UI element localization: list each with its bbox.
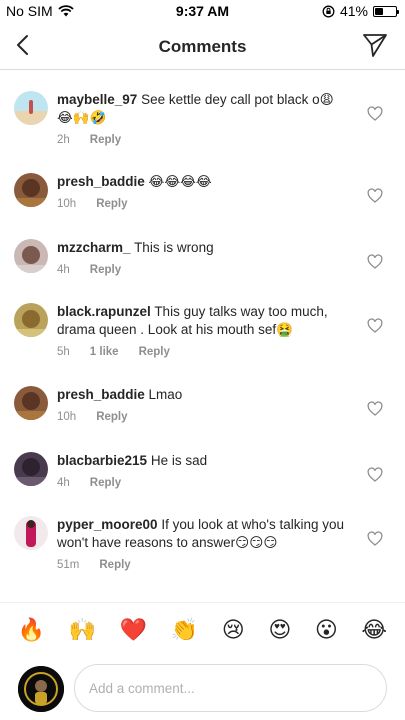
comment-time: 10h	[57, 198, 77, 210]
battery-fill	[375, 7, 384, 15]
avatar[interactable]	[14, 516, 48, 550]
comment-username[interactable]: presh_baddie	[57, 174, 145, 189]
direct-send-icon[interactable]	[361, 31, 389, 59]
comment-meta: 10h Reply	[57, 408, 347, 426]
comment-meta: 4h Reply	[57, 474, 347, 492]
reply-button[interactable]: Reply	[96, 408, 127, 426]
comment-meta: 5h 1 like Reply	[57, 343, 347, 361]
emoji-heart-button[interactable]: ❤️	[120, 618, 147, 643]
reply-button[interactable]: Reply	[139, 343, 170, 361]
comment-text-line: maybelle_97 See kettle dey call pot blac…	[57, 91, 347, 127]
comment-body: maybelle_97 See kettle dey call pot blac…	[57, 91, 347, 149]
like-heart-icon[interactable]	[367, 531, 383, 547]
comment-username[interactable]: maybelle_97	[57, 92, 137, 107]
emoji-laughing-button[interactable]: 😂	[361, 618, 387, 643]
emoji-fire-button[interactable]: 🔥	[18, 618, 45, 643]
emoji-raised-hands-button[interactable]: 🙌	[69, 618, 96, 643]
comment-text-line: blacbarbie215 He is sad	[57, 452, 347, 470]
comment-text: This is wrong	[134, 240, 214, 255]
rotation-lock-icon	[322, 5, 335, 17]
comment-input[interactable]	[74, 664, 387, 712]
like-count[interactable]: 1 like	[90, 343, 119, 361]
comment-body: presh_baddie Lmao 10h Reply	[57, 386, 347, 426]
status-right: 41%	[322, 3, 399, 19]
avatar[interactable]	[14, 452, 48, 486]
comment-text-line: pyper_moore00 If you look at who's talki…	[57, 516, 347, 552]
comment-time: 2h	[57, 134, 70, 146]
like-heart-icon[interactable]	[367, 467, 383, 483]
comment-body: blacbarbie215 He is sad 4h Reply	[57, 452, 347, 492]
avatar[interactable]	[14, 173, 48, 207]
comment-text: He is sad	[150, 453, 208, 468]
emoji-crying-button[interactable]: 😢	[222, 618, 245, 643]
comment-meta: 51m Reply	[57, 556, 347, 574]
emoji-surprised-button[interactable]: 😮	[315, 618, 338, 643]
comment-body: black.rapunzel This guy talks way too mu…	[57, 303, 347, 361]
comment-time: 51m	[57, 559, 80, 571]
reply-button[interactable]: Reply	[96, 195, 127, 213]
comment-username[interactable]: presh_baddie	[57, 387, 145, 402]
emoji-clap-button[interactable]: 👏	[171, 618, 198, 643]
reply-button[interactable]: Reply	[90, 261, 121, 279]
emoji-heart-eyes-button[interactable]: 😍	[268, 618, 291, 643]
status-bar: No SIM 9:37 AM 41%	[0, 0, 405, 22]
comment-time: 4h	[57, 477, 70, 489]
like-heart-icon[interactable]	[367, 254, 383, 270]
comment-text-line: mzzcharm_ This is wrong	[57, 239, 347, 257]
comment-meta: 2h Reply	[57, 131, 347, 149]
avatar[interactable]	[14, 386, 48, 420]
comment-text: 😂😂😂😂	[148, 174, 212, 189]
like-heart-icon[interactable]	[367, 106, 383, 122]
comment-username[interactable]: mzzcharm_	[57, 240, 131, 255]
comment-meta: 10h Reply	[57, 195, 347, 213]
like-heart-icon[interactable]	[367, 188, 383, 204]
comment-time: 10h	[57, 411, 77, 423]
comment-username[interactable]: black.rapunzel	[57, 304, 151, 319]
battery-percent: 41%	[339, 3, 368, 19]
my-avatar	[18, 666, 64, 712]
comment-username[interactable]: blacbarbie215	[57, 453, 147, 468]
comment-body: pyper_moore00 If you look at who's talki…	[57, 516, 347, 574]
comment-text-line: black.rapunzel This guy talks way too mu…	[57, 303, 347, 339]
avatar[interactable]	[14, 303, 48, 337]
battery-icon	[373, 5, 399, 17]
like-heart-icon[interactable]	[367, 318, 383, 334]
reply-button[interactable]: Reply	[90, 474, 121, 492]
comment-list[interactable]: maybelle_97 See kettle dey call pot blac…	[0, 71, 405, 601]
comment-text: Lmao	[148, 387, 183, 402]
comment-body: presh_baddie 😂😂😂😂 10h Reply	[57, 173, 347, 213]
comment-body: mzzcharm_ This is wrong 4h Reply	[57, 239, 347, 279]
comment-time: 4h	[57, 264, 70, 276]
comment-text-line: presh_baddie Lmao	[57, 386, 347, 404]
header: Comments	[0, 22, 405, 70]
reply-button[interactable]: Reply	[99, 556, 130, 574]
page-title: Comments	[158, 37, 247, 56]
avatar[interactable]	[14, 239, 48, 273]
like-heart-icon[interactable]	[367, 401, 383, 417]
avatar[interactable]	[14, 91, 48, 125]
comment-username[interactable]: pyper_moore00	[57, 517, 158, 532]
comment-meta: 4h Reply	[57, 261, 347, 279]
quick-reaction-bar: 🔥 🙌 ❤️ 👏 😢 😍 😮 😂	[0, 602, 405, 658]
comment-text-line: presh_baddie 😂😂😂😂	[57, 173, 347, 191]
reply-button[interactable]: Reply	[90, 131, 121, 149]
comment-composer	[0, 660, 405, 720]
comment-time: 5h	[57, 346, 70, 358]
